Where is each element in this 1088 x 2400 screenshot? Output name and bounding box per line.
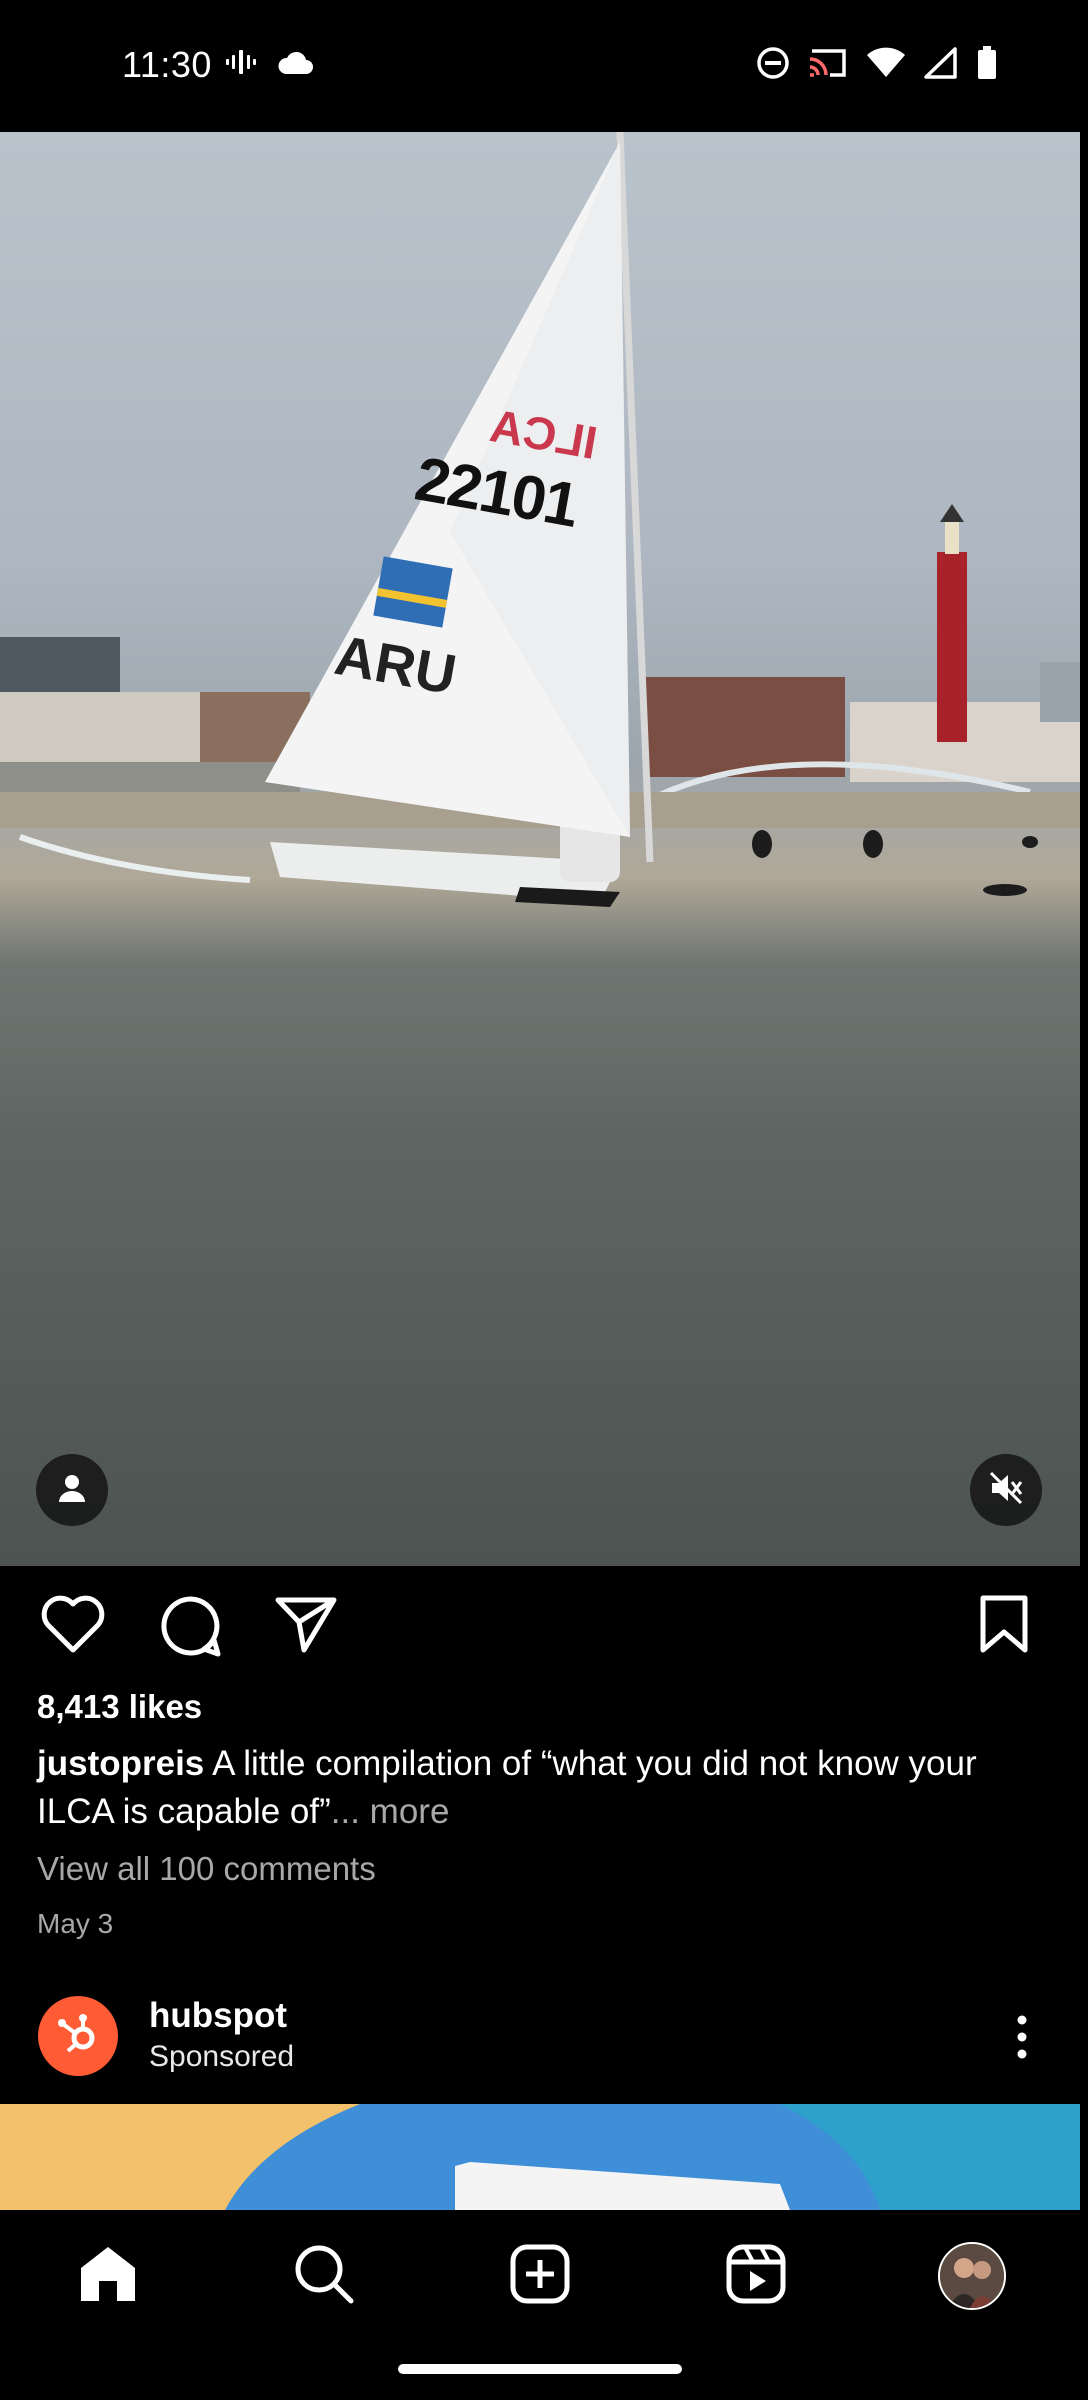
sponsored-media[interactable] bbox=[0, 2104, 1080, 2210]
nav-reels[interactable] bbox=[716, 2236, 796, 2316]
sponsor-name[interactable]: hubspot bbox=[149, 1996, 287, 2036]
home-indicator[interactable] bbox=[398, 2364, 682, 2374]
hubspot-logo-icon bbox=[55, 2011, 101, 2062]
vibrate-icon bbox=[226, 48, 256, 81]
likes-count[interactable]: 8,413 likes bbox=[37, 1688, 202, 1726]
status-right-icons bbox=[756, 46, 998, 85]
cloud-icon bbox=[276, 49, 314, 80]
post-video[interactable]: ILCA 22101 ARU bbox=[0, 132, 1080, 1566]
nav-search[interactable] bbox=[284, 2236, 364, 2316]
status-left-icons bbox=[226, 48, 314, 81]
sponsored-media-illustration bbox=[0, 2104, 1080, 2210]
caption-more-link[interactable]: ... more bbox=[331, 1792, 450, 1831]
cast-icon bbox=[808, 47, 848, 84]
nav-profile[interactable] bbox=[932, 2236, 1012, 2316]
search-icon bbox=[293, 2243, 355, 2310]
home-icon bbox=[77, 2244, 139, 2309]
video-frame-illustration bbox=[0, 132, 1080, 907]
post-date: May 3 bbox=[37, 1908, 114, 1939]
nav-home[interactable] bbox=[68, 2236, 148, 2316]
wifi-icon bbox=[866, 47, 906, 84]
speaker-muted-icon bbox=[988, 1470, 1024, 1511]
profile-tag-button[interactable] bbox=[36, 1454, 108, 1526]
person-icon bbox=[56, 1472, 88, 1509]
profile-avatar bbox=[938, 2242, 1006, 2310]
heart-icon[interactable] bbox=[40, 1594, 106, 1659]
post-action-row bbox=[0, 1582, 1088, 1672]
battery-icon bbox=[976, 46, 998, 85]
view-comments-link[interactable]: View all 100 comments bbox=[37, 1850, 376, 1888]
reels-icon bbox=[725, 2243, 787, 2310]
sponsor-avatar[interactable] bbox=[38, 1996, 118, 2076]
status-bar: 11:30 bbox=[0, 0, 1088, 132]
cell-signal-icon bbox=[924, 47, 958, 84]
sponsored-label: Sponsored bbox=[149, 2040, 295, 2073]
mute-toggle-button[interactable] bbox=[970, 1454, 1042, 1526]
post-caption[interactable]: justopreis A little compilation of “what… bbox=[37, 1740, 1037, 1836]
comment-icon[interactable] bbox=[158, 1594, 224, 1663]
bookmark-icon[interactable] bbox=[978, 1594, 1030, 1659]
nav-create[interactable] bbox=[500, 2236, 580, 2316]
instagram-feed-screen: 11:30 ILCA 22101 ARU 8,413 likes justopr… bbox=[0, 0, 1088, 2400]
caption-username[interactable]: justopreis bbox=[37, 1744, 204, 1783]
create-icon bbox=[509, 2243, 571, 2310]
share-icon[interactable] bbox=[274, 1594, 338, 1659]
status-time: 11:30 bbox=[122, 44, 212, 85]
more-vertical-icon[interactable] bbox=[1008, 2012, 1036, 2067]
do-not-disturb-icon bbox=[756, 46, 790, 85]
